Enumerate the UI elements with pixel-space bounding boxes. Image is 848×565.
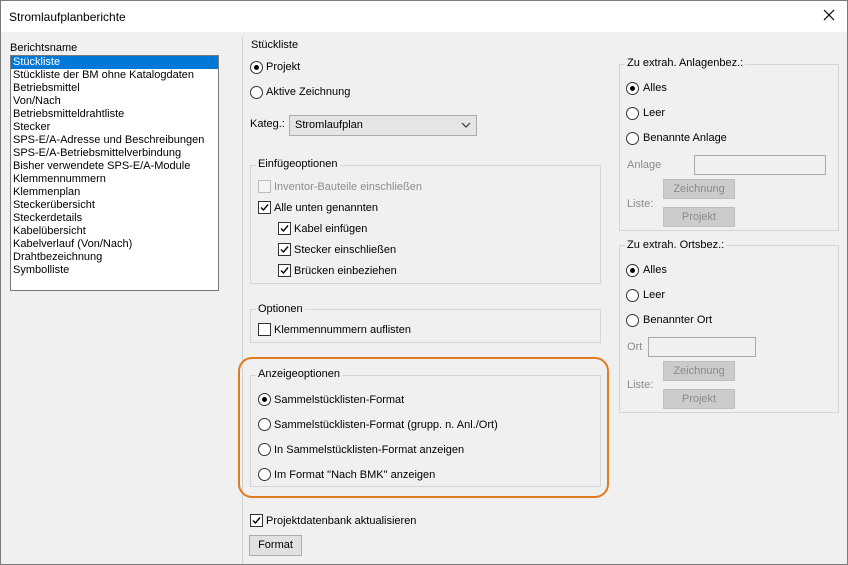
report-list-label: Berichtsname (10, 42, 78, 54)
list-item[interactable]: Kabelübersicht (11, 225, 218, 238)
anlage-field-label: Anlage (627, 159, 662, 171)
list-item[interactable]: Drahtbezeichnung (11, 251, 218, 264)
radio-anlage-alles-label: Alles (643, 82, 667, 94)
radio-ort-benannter[interactable] (626, 314, 639, 327)
checkbox-bruecken-label: Brücken einbeziehen (294, 265, 397, 277)
radio-ort-alles[interactable] (626, 264, 639, 277)
checkmark-icon (252, 517, 261, 525)
list-item[interactable]: Betriebsmittel (11, 82, 218, 95)
ort-projekt-button[interactable]: Projekt (663, 389, 735, 409)
checkbox-alle-label: Alle unten genannten (274, 202, 378, 214)
checkbox-inventor-label: Inventor-Bauteile einschließen (274, 181, 422, 193)
list-item[interactable]: Klemmennummern (11, 173, 218, 186)
checkbox-stecker-label: Stecker einschließen (294, 244, 397, 256)
checkbox-kabel[interactable] (278, 222, 291, 235)
list-item[interactable]: Steckerübersicht (11, 199, 218, 212)
checkmark-icon (280, 267, 289, 275)
kateg-select[interactable]: Stromlaufplan (289, 115, 477, 136)
radio-ort-leer[interactable] (626, 289, 639, 302)
list-item[interactable]: Von/Nach (11, 95, 218, 108)
stueckliste-label: Stückliste (251, 39, 299, 51)
optionen-group-label: Optionen (256, 303, 305, 315)
anlage-zeichnung-button[interactable]: Zeichnung (663, 179, 735, 199)
radio-anlage-leer-label: Leer (643, 107, 666, 119)
format-button[interactable]: Format (249, 535, 302, 556)
list-item[interactable]: Stückliste der BM ohne Katalogdaten (11, 69, 218, 82)
checkbox-kabel-label: Kabel einfügen (294, 223, 368, 235)
checkbox-alle[interactable] (258, 201, 271, 214)
anlage-projekt-button[interactable]: Projekt (663, 207, 735, 227)
anlage-group-label: Zu extrah. Anlagenbez.: (625, 57, 746, 69)
list-item[interactable]: Kabelverlauf (Von/Nach) (11, 238, 218, 251)
list-item[interactable]: Bisher verwendete SPS-E/A-Module (11, 160, 218, 173)
checkbox-projektdb[interactable] (250, 514, 263, 527)
kateg-value: Stromlaufplan (295, 119, 363, 131)
ort-field-label: Ort (627, 341, 643, 353)
dialog-title: Stromlaufplanberichte (9, 10, 126, 24)
radio-ort-benannter-label: Benannter Ort (643, 314, 713, 326)
checkbox-klemmen-label: Klemmennummern auflisten (274, 324, 411, 336)
list-item[interactable]: Klemmenplan (11, 186, 218, 199)
list-item[interactable]: Betriebsmitteldrahtliste (11, 108, 218, 121)
chevron-down-icon (461, 122, 471, 128)
anlage-input[interactable] (694, 155, 826, 175)
dialog-window: Stromlaufplanberichte Berichtsname Stück… (0, 0, 848, 565)
kateg-label: Kateg.: (250, 118, 285, 130)
report-list[interactable]: Stückliste Stückliste der BM ohne Katalog… (10, 55, 219, 291)
ort-zeichnung-button[interactable]: Zeichnung (663, 361, 735, 381)
list-item[interactable]: Symbolliste (11, 264, 218, 277)
radio-projekt-label: Projekt (266, 61, 301, 73)
close-icon[interactable] (817, 3, 841, 27)
radio-ort-alles-label: Alles (643, 264, 667, 276)
anlage-liste-label: Liste: (627, 198, 654, 210)
radio-anlage-benannte-label: Benannte Anlage (643, 132, 727, 144)
radio-aktive-zeichnung[interactable] (250, 86, 263, 99)
anzeige-highlight-frame (238, 357, 609, 498)
list-item[interactable]: SPS-E/A-Betriebsmittelverbindung (11, 147, 218, 160)
list-item[interactable]: Stecker (11, 121, 218, 134)
checkmark-icon (280, 246, 289, 254)
ort-input[interactable] (648, 337, 756, 357)
checkbox-bruecken[interactable] (278, 264, 291, 277)
checkbox-projektdb-label: Projektdatenbank aktualisieren (266, 515, 417, 527)
radio-projekt[interactable] (250, 61, 263, 74)
checkbox-klemmen[interactable] (258, 323, 271, 336)
list-item[interactable]: Steckerdetails (11, 212, 218, 225)
title-bar: Stromlaufplanberichte (1, 1, 847, 32)
radio-anlage-alles[interactable] (626, 82, 639, 95)
radio-ort-leer-label: Leer (643, 289, 666, 301)
einfuege-group-label: Einfügeoptionen (256, 158, 340, 170)
checkbox-stecker[interactable] (278, 243, 291, 256)
checkbox-inventor[interactable] (258, 180, 271, 193)
radio-anlage-benannte[interactable] (626, 132, 639, 145)
checkmark-icon (280, 225, 289, 233)
list-item[interactable]: Stückliste (11, 56, 218, 69)
radio-anlage-leer[interactable] (626, 107, 639, 120)
checkmark-icon (260, 204, 269, 212)
ort-group-label: Zu extrah. Ortsbez.: (625, 239, 727, 251)
list-item[interactable]: SPS-E/A-Adresse und Beschreibungen (11, 134, 218, 147)
radio-aktive-zeichnung-label: Aktive Zeichnung (266, 86, 351, 98)
ort-liste-label: Liste: (627, 379, 654, 391)
